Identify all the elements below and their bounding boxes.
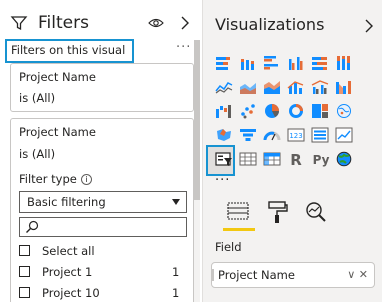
svg-text:Py: Py: [313, 153, 330, 167]
ribbon-chart-icon[interactable]: [333, 77, 355, 97]
table-icon[interactable]: [237, 149, 259, 169]
option-project-10[interactable]: Project 10 1: [19, 285, 189, 301]
field-well-item[interactable]: Project Name ∨ ✕: [211, 262, 375, 288]
kpi-icon[interactable]: [333, 125, 355, 145]
field-well-actions: ∨ ✕: [347, 263, 368, 287]
option-select-all[interactable]: Select all: [19, 243, 189, 259]
analytics-magnifier-icon[interactable]: [303, 199, 329, 225]
stacked-bar-chart-icon[interactable]: [213, 53, 235, 73]
clustered-bar-chart-icon[interactable]: [261, 53, 283, 73]
card-icon[interactable]: 123: [285, 125, 307, 145]
filters-pane: Filters Filters on this visual ··· Proje…: [0, 0, 200, 302]
multi-row-card-icon[interactable]: [309, 125, 331, 145]
filters-title: Filters: [38, 13, 89, 33]
option-label: Select all: [42, 244, 95, 258]
visual-type-gallery: 123 R Py: [213, 53, 382, 183]
field-well-value: Project Name: [218, 268, 295, 282]
option-label: Project 1: [42, 265, 93, 279]
100-stacked-column-icon[interactable]: [333, 53, 355, 73]
checkbox[interactable]: [19, 287, 30, 298]
option-count: 1: [172, 265, 180, 279]
filter-card-condition: is (All): [19, 147, 56, 161]
remove-field-icon[interactable]: ✕: [359, 268, 368, 281]
area-chart-icon[interactable]: [237, 77, 259, 97]
stacked-column-chart-icon[interactable]: [237, 53, 259, 73]
visualizations-title: Visualizations: [215, 15, 325, 34]
option-label: Project 10: [42, 286, 100, 300]
search-input[interactable]: [19, 217, 187, 237]
visualizations-pane: Visualizations 123 R Py ··· Field Projec…: [202, 0, 382, 302]
scatter-chart-icon[interactable]: [237, 101, 259, 121]
info-icon[interactable]: i: [80, 174, 92, 185]
field-label: Field: [215, 240, 242, 254]
globe-icon[interactable]: [333, 149, 355, 169]
chevron-down-icon[interactable]: ∨: [347, 268, 355, 281]
donut-chart-icon[interactable]: [285, 101, 307, 121]
dropdown-arrow-icon: [172, 199, 180, 205]
filter-card-field[interactable]: Project Name: [19, 125, 96, 140]
python-visual-icon[interactable]: Py: [309, 149, 331, 169]
scrollbar-thumb[interactable]: [194, 40, 200, 200]
pie-chart-icon[interactable]: [261, 101, 283, 121]
more-visuals-icon[interactable]: ···: [215, 173, 230, 188]
checkbox[interactable]: [19, 266, 30, 277]
filter-card-condition: is (All): [19, 91, 56, 105]
filters-header: Filters: [10, 12, 196, 36]
collapse-visualizations-chevron-icon[interactable]: [363, 18, 375, 34]
checkbox[interactable]: [19, 245, 30, 256]
map-icon[interactable]: [333, 101, 355, 121]
visualization-tabs: [203, 195, 382, 235]
fields-tab-icon[interactable]: [225, 199, 251, 225]
stacked-area-chart-icon[interactable]: [261, 77, 283, 97]
filter-type-dropdown[interactable]: Basic filtering: [19, 191, 187, 213]
line-chart-icon[interactable]: [213, 77, 235, 97]
collapse-filters-chevron-icon[interactable]: [178, 15, 192, 31]
filters-on-this-visual-label: Filters on this visual: [5, 39, 134, 63]
option-project-1[interactable]: Project 1 1: [19, 264, 189, 280]
svg-text:123: 123: [289, 132, 302, 140]
drag-handle[interactable]: [212, 269, 214, 281]
filter-card-field: Project Name: [19, 70, 96, 84]
gauge-icon[interactable]: [261, 125, 283, 145]
search-icon: [26, 220, 39, 233]
filled-map-icon[interactable]: [213, 125, 235, 145]
filter-card-expanded: Project Name is (All) Filter type i Basic…: [10, 118, 194, 302]
option-count: 1: [172, 286, 180, 300]
filters-scrollbar[interactable]: [194, 40, 200, 302]
filter-icon: [10, 16, 28, 31]
filter-type-value: Basic filtering: [27, 195, 106, 209]
100-stacked-bar-icon[interactable]: [309, 53, 331, 73]
waterfall-chart-icon[interactable]: [213, 101, 235, 121]
filter-type-row: Filter type i: [19, 172, 92, 187]
svg-text:R: R: [290, 151, 302, 167]
line-and-clustered-column-icon[interactable]: [309, 77, 331, 97]
clustered-column-chart-icon[interactable]: [285, 53, 307, 73]
more-options-icon[interactable]: ···: [176, 40, 191, 55]
format-paint-roller-icon[interactable]: [265, 199, 291, 225]
matrix-icon[interactable]: [261, 149, 283, 169]
active-tab-indicator: [223, 228, 255, 231]
line-and-column-chart-icon[interactable]: [285, 77, 307, 97]
filter-card-collapsed[interactable]: Project Name is (All): [10, 63, 194, 112]
r-visual-icon[interactable]: R: [285, 149, 307, 169]
eye-icon[interactable]: [148, 16, 164, 30]
funnel-chart-icon[interactable]: [237, 125, 259, 145]
slicer-icon[interactable]: [213, 149, 235, 169]
filter-type-label: Filter type: [19, 172, 77, 186]
treemap-icon[interactable]: [309, 101, 331, 121]
